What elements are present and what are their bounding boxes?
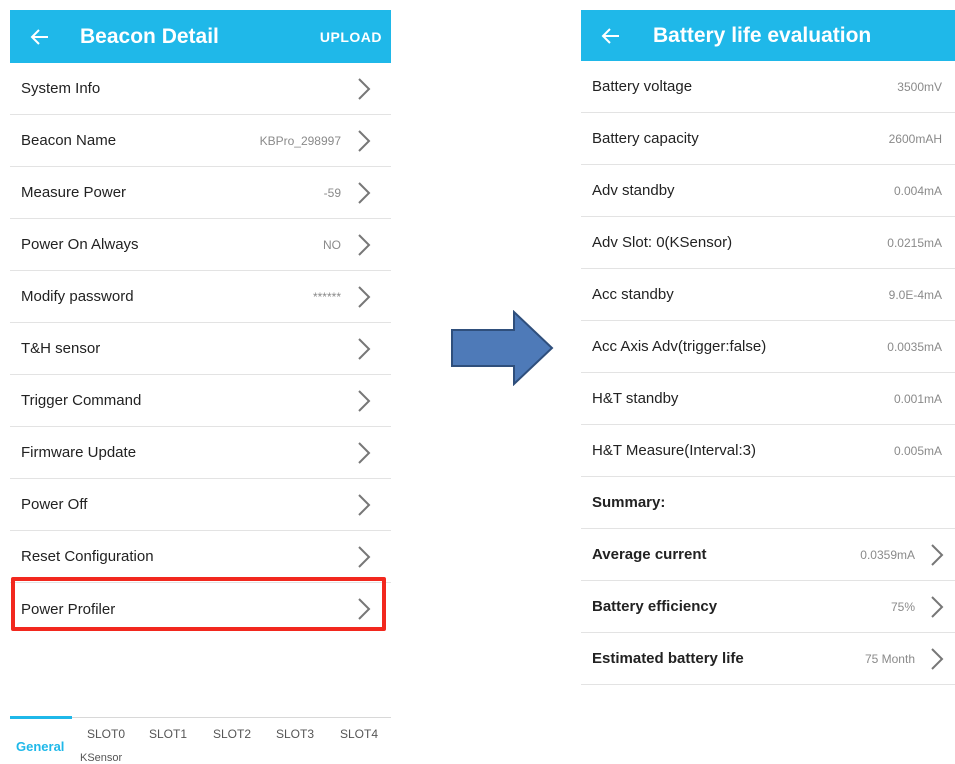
tab-slot0[interactable]: SLOT0	[87, 727, 125, 741]
right-arrow-icon	[451, 310, 554, 386]
row-value: 3500mV	[897, 79, 942, 94]
tab-slot4[interactable]: SLOT4	[340, 727, 378, 741]
adv-standby-row: Adv standby 0.004mA	[581, 165, 955, 217]
row-label: Estimated battery life	[592, 650, 744, 667]
row-value: 2600mAH	[888, 131, 942, 146]
battery-life-app-bar: Battery life evaluation	[581, 10, 955, 61]
firmware-update-row[interactable]: Firmware Update	[10, 427, 391, 479]
row-label: System Info	[21, 80, 101, 97]
measure-power-row[interactable]: Measure Power -59	[10, 167, 391, 219]
row-label: Acc Axis Adv(trigger:false)	[592, 338, 767, 355]
row-value: -59	[323, 185, 341, 200]
row-label: Power On Always	[21, 236, 139, 253]
ht-standby-row: H&T standby 0.001mA	[581, 373, 955, 425]
power-profiler-highlight-box	[11, 577, 386, 631]
row-value: 75 Month	[864, 651, 915, 666]
system-info-row[interactable]: System Info	[10, 63, 391, 115]
row-label: Adv Slot: 0(KSensor)	[592, 234, 733, 251]
summary-heading: Summary:	[592, 494, 666, 511]
slot-tab-bar: General SLOT0 KSensor SLOT1 SLOT2 SLOT3 …	[10, 716, 391, 764]
row-label: Trigger Command	[21, 392, 142, 409]
row-label: Beacon Name	[21, 132, 117, 149]
tab-slot0-sublabel: KSensor	[80, 752, 123, 764]
page-title: Battery life evaluation	[653, 23, 872, 47]
summary-header-row: Summary:	[581, 477, 955, 529]
beacon-detail-app-bar: Beacon Detail UPLOAD	[10, 10, 391, 63]
battery-voltage-row: Battery voltage 3500mV	[581, 61, 955, 113]
trigger-command-row[interactable]: Trigger Command	[10, 375, 391, 427]
modify-password-row[interactable]: Modify password ******	[10, 271, 391, 323]
row-label: H&T Measure(Interval:3)	[592, 442, 756, 459]
row-label: Power Off	[21, 496, 88, 513]
battery-capacity-row: Battery capacity 2600mAH	[581, 113, 955, 165]
chevron-right-icon	[358, 493, 371, 516]
chevron-right-icon	[358, 389, 371, 412]
row-value: 0.0215mA	[887, 235, 942, 250]
row-value: 0.001mA	[893, 391, 942, 406]
ht-measure-row: H&T Measure(Interval:3) 0.005mA	[581, 425, 955, 477]
chevron-right-icon	[358, 129, 371, 152]
row-value: 75%	[890, 599, 915, 614]
tab-slot3[interactable]: SLOT3	[276, 727, 314, 741]
row-label: Battery efficiency	[592, 598, 718, 615]
active-tab-indicator	[10, 716, 72, 719]
back-arrow-icon[interactable]	[601, 26, 621, 46]
row-value: 0.0035mA	[887, 339, 942, 354]
row-label: Firmware Update	[21, 444, 137, 461]
row-label: Modify password	[21, 288, 134, 305]
row-value: 0.0359mA	[860, 547, 915, 562]
beacon-name-row[interactable]: Beacon Name KBPro_298997	[10, 115, 391, 167]
row-label: Battery voltage	[592, 78, 693, 95]
page-title: Beacon Detail	[80, 24, 219, 48]
row-label: Average current	[592, 546, 707, 563]
row-value: NO	[323, 237, 341, 252]
row-label: H&T standby	[592, 390, 679, 407]
acc-standby-row: Acc standby 9.0E-4mA	[581, 269, 955, 321]
chevron-right-icon	[931, 595, 944, 618]
chevron-right-icon	[358, 77, 371, 100]
row-value: 0.004mA	[893, 183, 942, 198]
tab-general[interactable]: General	[16, 739, 64, 754]
row-label: Reset Configuration	[21, 548, 154, 565]
upload-button[interactable]: UPLOAD	[320, 29, 382, 45]
chevron-right-icon	[358, 181, 371, 204]
row-label: Battery capacity	[592, 130, 699, 147]
tab-slot1[interactable]: SLOT1	[149, 727, 187, 741]
beacon-detail-screen: Beacon Detail UPLOAD System Info Beacon …	[10, 10, 391, 762]
acc-axis-adv-row: Acc Axis Adv(trigger:false) 0.0035mA	[581, 321, 955, 373]
adv-slot-row: Adv Slot: 0(KSensor) 0.0215mA	[581, 217, 955, 269]
tab-slot2[interactable]: SLOT2	[213, 727, 251, 741]
estimated-battery-life-row[interactable]: Estimated battery life 75 Month	[581, 633, 955, 685]
row-label: T&H sensor	[21, 340, 101, 357]
chevron-right-icon	[358, 337, 371, 360]
battery-life-screen: Battery life evaluation Battery voltage …	[581, 10, 955, 700]
row-label: Measure Power	[21, 184, 127, 201]
row-value: KBPro_298997	[259, 133, 341, 148]
back-arrow-icon[interactable]	[30, 27, 50, 47]
power-on-always-row[interactable]: Power On Always NO	[10, 219, 391, 271]
row-label: Adv standby	[592, 182, 675, 199]
row-value: 0.005mA	[893, 443, 942, 458]
chevron-right-icon	[931, 647, 944, 670]
chevron-right-icon	[931, 543, 944, 566]
chevron-right-icon	[358, 285, 371, 308]
row-value: ******	[312, 289, 341, 304]
row-value: 9.0E-4mA	[888, 287, 942, 302]
chevron-right-icon	[358, 233, 371, 256]
th-sensor-row[interactable]: T&H sensor	[10, 323, 391, 375]
row-label: Acc standby	[592, 286, 674, 303]
reset-configuration-row[interactable]: Reset Configuration	[10, 531, 391, 583]
average-current-row[interactable]: Average current 0.0359mA	[581, 529, 955, 581]
power-off-row[interactable]: Power Off	[10, 479, 391, 531]
chevron-right-icon	[358, 441, 371, 464]
battery-efficiency-row[interactable]: Battery efficiency 75%	[581, 581, 955, 633]
chevron-right-icon	[358, 545, 371, 568]
